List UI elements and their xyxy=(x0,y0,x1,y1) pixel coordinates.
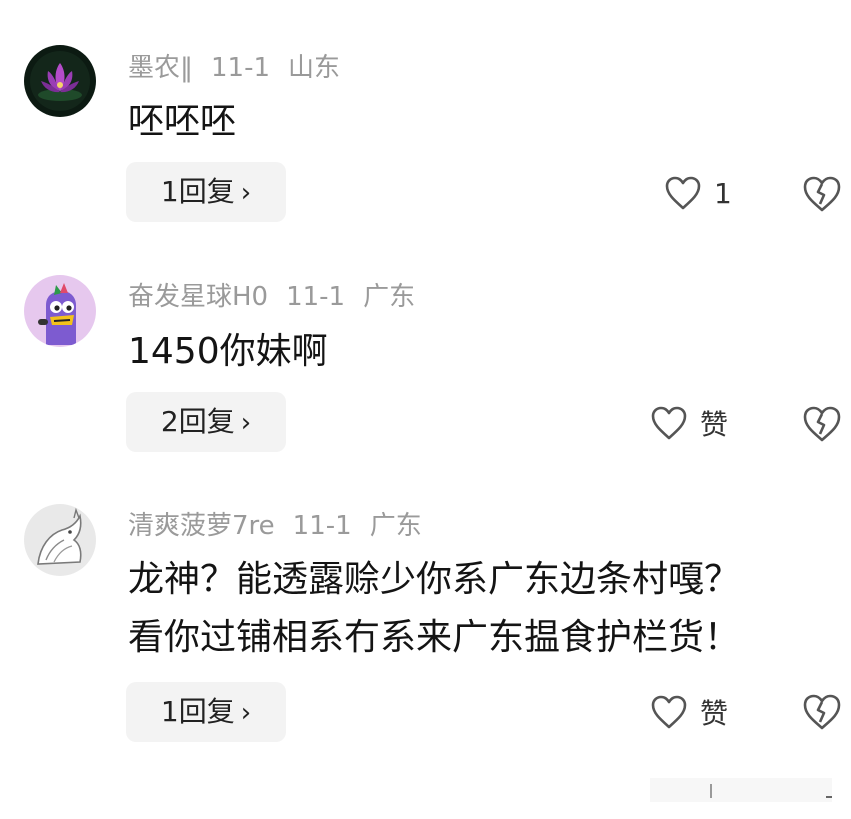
heart-outline-icon xyxy=(651,695,687,729)
like-label: 赞 xyxy=(700,408,729,441)
comment-date: 11-1 xyxy=(286,282,346,312)
comment-meta: 墨农‖ 11-1 山东 xyxy=(128,52,358,84)
broken-heart-icon[interactable] xyxy=(802,174,842,214)
username[interactable]: 奋发星球H0 xyxy=(128,282,268,312)
comment-text: 龙神？能透露赊少你系广东边条村嘎？ 看你过铺相系冇系来广东揾食护栏货！ xyxy=(128,556,740,662)
comment-text-line: 呸呸呸 xyxy=(128,101,237,142)
sketch-animal-avatar-icon xyxy=(24,504,96,576)
comment-location: 广东 xyxy=(363,282,416,312)
comment-text-line: 看你过铺相系冇系来广东揾食护栏货！ xyxy=(128,617,741,658)
comment-text-line: 1450你妹啊 xyxy=(128,331,328,372)
replies-label: 1回复 xyxy=(160,175,235,208)
replies-button[interactable]: 2回复 › xyxy=(126,392,286,452)
replies-button[interactable]: 1回复 › xyxy=(126,162,286,222)
comment-date: 11-1 xyxy=(211,53,271,83)
comment-text-line: 龙神？能透露赊少你系广东边条村嘎？ xyxy=(128,559,741,600)
comment-meta: 清爽菠萝7re 11-1 广东 xyxy=(128,510,440,542)
heart-outline-icon xyxy=(651,406,687,440)
comment-text: 呸呸呸 xyxy=(128,98,236,146)
chevron-right-icon: › xyxy=(240,178,252,208)
chevron-right-icon: › xyxy=(240,408,252,438)
replies-label: 2回复 xyxy=(160,405,235,438)
username[interactable]: 清爽菠萝7re xyxy=(128,511,275,541)
comment-location: 广东 xyxy=(369,511,422,541)
avatar[interactable] xyxy=(24,45,96,117)
avatar[interactable] xyxy=(24,275,96,347)
lotus-avatar-icon xyxy=(24,45,96,117)
comment-text: 1450你妹啊 xyxy=(128,328,328,376)
username[interactable]: 墨农‖ xyxy=(128,53,193,83)
avatar[interactable] xyxy=(24,504,96,576)
like-count: 1 xyxy=(714,176,732,210)
comment-meta: 奋发星球H0 11-1 广东 xyxy=(128,281,433,313)
comment-date: 11-1 xyxy=(292,511,352,541)
comment-location: 山东 xyxy=(288,53,341,83)
broken-heart-icon[interactable] xyxy=(802,692,842,732)
like-button[interactable]: 赞 xyxy=(650,403,728,443)
like-button[interactable]: 1 xyxy=(664,173,732,213)
watermark-strip xyxy=(650,778,832,802)
replies-button[interactable]: 1回复 › xyxy=(126,682,286,742)
like-button[interactable]: 赞 xyxy=(650,692,728,732)
broken-heart-icon[interactable] xyxy=(802,404,842,444)
chevron-right-icon: › xyxy=(240,698,252,728)
replies-label: 1回复 xyxy=(160,695,235,728)
heart-outline-icon xyxy=(665,176,701,210)
cartoon-character-avatar-icon xyxy=(24,275,96,347)
like-label: 赞 xyxy=(700,697,729,730)
